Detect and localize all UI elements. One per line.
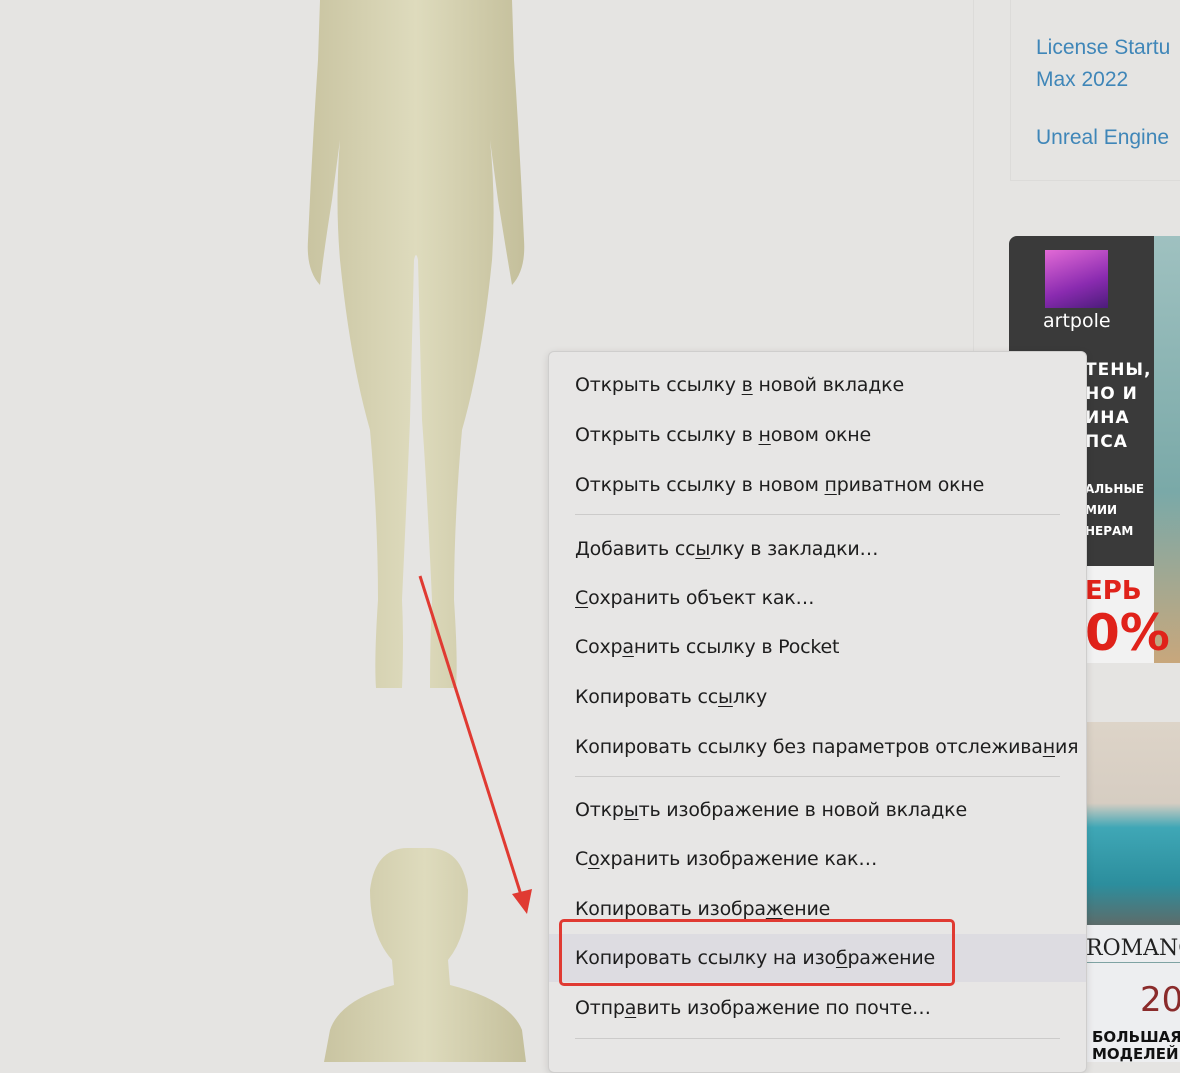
access-key: ж — [765, 898, 783, 920]
menu-item-label: ия — [1054, 736, 1079, 758]
menu-item-label: новой вкладке — [752, 374, 905, 396]
access-key: в — [741, 374, 753, 396]
menu-item-label: Открыть ссылку — [575, 374, 742, 396]
menu-item-label: С — [575, 848, 589, 870]
menu-separator — [575, 1038, 1060, 1039]
menu-item-label: нить ссылку в Pocket — [633, 636, 840, 658]
menu-item-label: лку в закладки… — [710, 538, 879, 560]
menu-item-label: Открыть ссылку в — [575, 424, 759, 446]
menu-item-label: ение — [782, 898, 831, 920]
menu-item-label: овом окне — [770, 424, 871, 446]
access-key: ы — [695, 538, 711, 560]
access-key: н — [758, 424, 771, 446]
menu-separator — [575, 776, 1060, 777]
access-key: С — [575, 587, 589, 609]
menu-item-open-image-new-tab[interactable]: Открыть изображение в новой вкладке — [549, 786, 1086, 834]
menu-item-open-link-private-window[interactable]: Открыть ссылку в новом приватном окне — [549, 461, 1086, 509]
menu-item-open-link-new-tab[interactable]: Открыть ссылку в новой вкладке — [549, 361, 1086, 409]
menu-item-label: лку — [732, 686, 768, 708]
menu-item-email-image[interactable]: Отправить изображение по почте… — [549, 984, 1086, 1032]
access-key: ы — [623, 799, 639, 821]
menu-item-save-link-to-pocket[interactable]: Сохранить ссылку в Pocket — [549, 623, 1086, 671]
menu-item-save-object-as[interactable]: Сохранить объект как… — [549, 574, 1086, 622]
menu-item-copy-link-without-tracking[interactable]: Копировать ссылку без параметров отслежи… — [549, 723, 1086, 771]
menu-separator — [575, 514, 1060, 515]
highlight-annotation-box — [559, 919, 955, 986]
menu-item-bookmark-link[interactable]: Добавить ссылку в закладки… — [549, 525, 1086, 573]
access-key: ы — [718, 686, 733, 708]
menu-item-label: Открыть ссылку в новом — [575, 474, 825, 496]
access-key: п — [824, 474, 837, 496]
menu-item-label: хранить изображение как… — [599, 848, 878, 870]
menu-item-label: Добавить сс — [575, 538, 696, 560]
access-key: а — [624, 997, 637, 1019]
menu-item-save-image-as[interactable]: Сохранить изображение как… — [549, 835, 1086, 883]
menu-item-label: Копировать сс — [575, 686, 719, 708]
menu-item-label: Отпр — [575, 997, 625, 1019]
menu-item-label: Сохр — [575, 636, 623, 658]
menu-item-label: ть изображение в новой вкладке — [638, 799, 968, 821]
menu-item-label: Откр — [575, 799, 624, 821]
menu-item-label: охранить объект как… — [588, 587, 815, 609]
menu-item-label: Копировать изобра — [575, 898, 766, 920]
menu-item-label: риватном окне — [836, 474, 985, 496]
menu-item-copy-link[interactable]: Копировать ссылку — [549, 673, 1086, 721]
access-key: н — [1042, 736, 1055, 758]
menu-item-label: Копировать ссылку без параметров отслежи… — [575, 736, 1043, 758]
menu-item-label: вить изображение по почте… — [636, 997, 931, 1019]
menu-item-open-link-new-window[interactable]: Открыть ссылку в новом окне — [549, 411, 1086, 459]
access-key: а — [622, 636, 634, 658]
access-key: о — [588, 848, 600, 870]
